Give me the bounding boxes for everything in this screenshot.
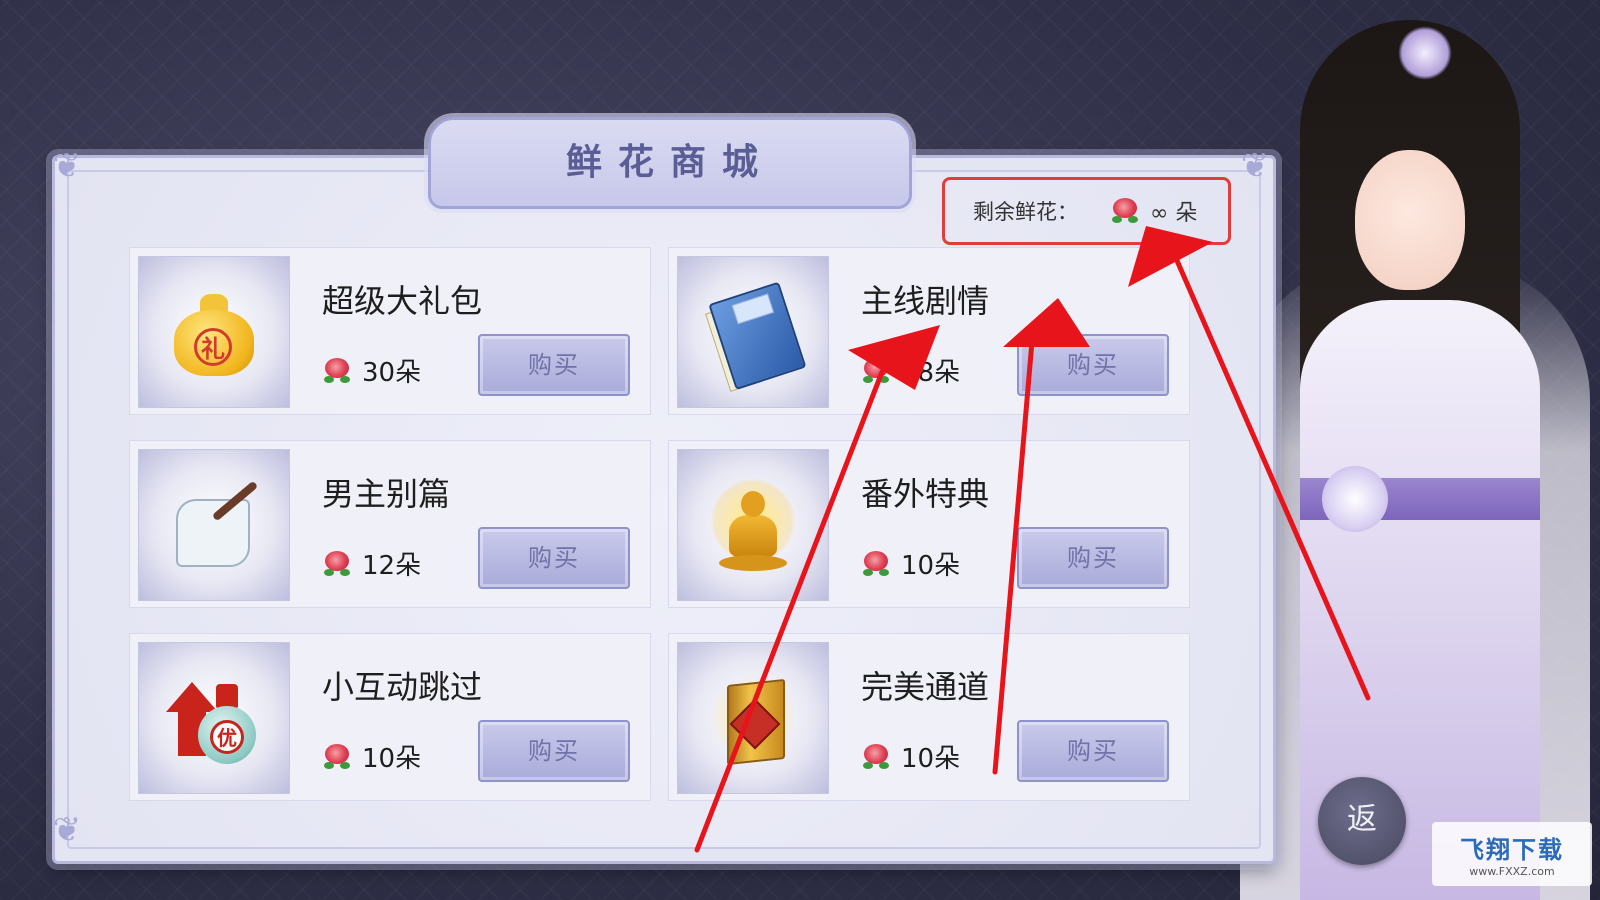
item-thumbnail: 礼 [138,256,290,408]
gift-bag-icon: 礼 [166,284,262,380]
golden-buddha-icon [705,475,801,575]
item-price-amount: 18朵 [901,358,961,388]
character-face [1355,150,1465,290]
hair-ornament [1398,26,1452,80]
item-price: 10朵 [861,545,960,582]
watermark-url: www.FXXZ.com [1469,865,1555,878]
watermark-title: 飞翔下载 [1460,836,1564,864]
potion-seal: 优 [210,720,244,754]
shop-item-card: 男主别篇 12朵 购买 [129,440,651,608]
item-name: 小互动跳过 [322,668,483,706]
title-tab: 鲜花商城 [428,117,912,209]
page-title: 鲜花商城 [565,141,774,183]
item-price: 30朵 [322,352,421,389]
watermark-logo: 飞翔下载 www.FXXZ.com [1432,822,1592,886]
rose-icon [861,549,891,579]
rose-icon [861,742,891,772]
shop-item-card: 优 小互动跳过 10朵 购买 [129,633,651,801]
shop-item-card: 番外特典 10朵 购买 [668,440,1190,608]
item-price-amount: 10朵 [901,744,961,774]
potion-arrow-icon: 优 [164,668,264,768]
item-price-amount: 12朵 [362,551,422,581]
item-thumbnail: 优 [138,642,290,794]
item-name: 超级大礼包 [322,282,483,320]
remaining-flowers: 剩余鲜花： ∞ 朵 [942,177,1231,245]
rose-icon [322,356,352,386]
character-illustration [1230,0,1600,900]
item-price-amount: 10朵 [362,744,422,774]
corner-ornament-icon: ❦ [52,146,82,186]
rose-icon [322,742,352,772]
book-icon [692,270,814,395]
item-thumbnail [677,642,829,794]
item-price: 12朵 [322,545,421,582]
back-button[interactable]: 返 [1318,777,1406,865]
item-thumbnail [677,449,829,601]
item-price: 10朵 [322,738,421,775]
item-thumbnail [138,449,290,601]
buy-button[interactable]: 购买 [478,527,630,589]
corner-ornament-icon: ❦ [52,810,82,850]
scroll-brush-icon [164,475,264,575]
item-price-amount: 10朵 [901,551,961,581]
rose-icon [322,549,352,579]
item-name: 完美通道 [861,668,990,706]
item-price: 10朵 [861,738,960,775]
item-name: 番外特典 [861,475,990,513]
item-thumbnail [677,256,829,408]
item-price-amount: 30朵 [362,358,422,388]
shop-item-card: 主线剧情 18朵 购买 [668,247,1190,415]
character-flower-bow [1322,466,1388,532]
buy-button[interactable]: 购买 [1017,720,1169,782]
buy-button[interactable]: 购买 [1017,527,1169,589]
buy-button[interactable]: 购买 [478,720,630,782]
buy-button[interactable]: 购买 [1017,334,1169,396]
rose-icon [1110,196,1140,226]
golden-box-icon [705,668,801,768]
item-name: 主线剧情 [861,282,990,320]
item-name: 男主别篇 [322,475,451,513]
remaining-value: ∞ 朵 [1150,201,1198,226]
remaining-label: 剩余鲜花： [973,200,1078,224]
shop-item-card: 完美通道 10朵 购买 [668,633,1190,801]
item-price: 18朵 [861,352,960,389]
buy-button[interactable]: 购买 [478,334,630,396]
rose-icon [861,356,891,386]
shop-item-card: 礼 超级大礼包 30朵 购买 [129,247,651,415]
gift-seal: 礼 [194,328,232,366]
corner-ornament-icon: ❦ [1240,146,1270,186]
